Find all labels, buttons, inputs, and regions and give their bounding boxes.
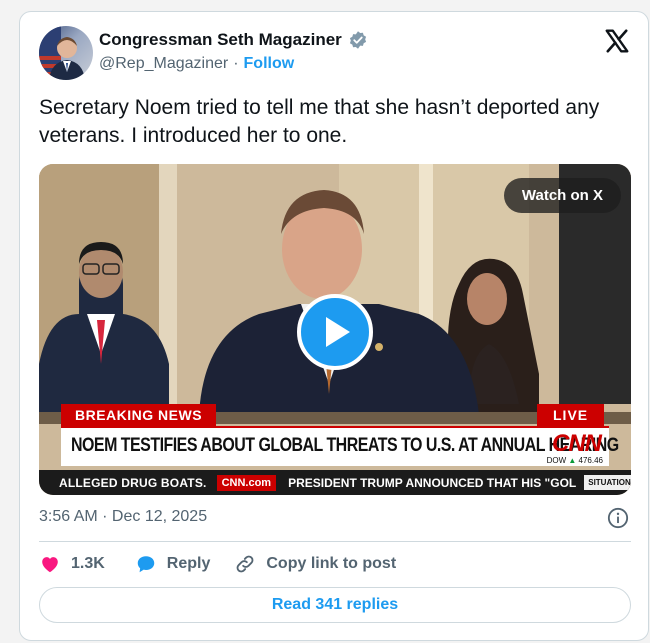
reply-bubble-icon bbox=[137, 556, 155, 573]
link-icon bbox=[236, 555, 254, 573]
breaking-news-banner: BREAKING NEWS bbox=[61, 404, 217, 426]
copy-link-label: Copy link to post bbox=[266, 555, 397, 572]
chyron-headline: NOEM TESTIFIES ABOUT GLOBAL THREATS TO U… bbox=[71, 435, 619, 456]
play-icon[interactable] bbox=[297, 294, 373, 370]
heart-icon bbox=[42, 557, 58, 573]
reply-button[interactable]: Reply bbox=[135, 553, 211, 575]
network-logo: CNN bbox=[552, 430, 602, 457]
reply-label: Reply bbox=[166, 555, 211, 572]
watch-on-x-button[interactable]: Watch on X bbox=[503, 178, 621, 213]
ticker-tag: SITUATION ROOM bbox=[584, 475, 631, 490]
like-count: 1.3K bbox=[71, 555, 105, 572]
post-text: Secretary Noem tried to tell me that she… bbox=[39, 96, 600, 147]
video-player[interactable]: Watch on X BREAKING NEWS LIVE NOEM TESTI… bbox=[39, 164, 631, 495]
news-ticker: ALLEGED DRUG BOATS. CNN.com PRESIDENT TR… bbox=[39, 470, 631, 495]
dow-label: DOW bbox=[546, 456, 567, 465]
divider bbox=[39, 541, 631, 542]
handle-row: @Rep_Magaziner · Follow bbox=[99, 55, 294, 73]
action-bar: 1.3K Reply Copy link to post bbox=[39, 553, 396, 575]
separator-dot: · bbox=[233, 55, 239, 72]
ticker-left-text: ALLEGED DRUG BOATS. bbox=[59, 475, 207, 490]
verified-badge-icon bbox=[349, 31, 366, 49]
copy-link-button[interactable]: Copy link to post bbox=[234, 553, 396, 575]
dow-up-arrow-icon: ▲ bbox=[568, 456, 577, 465]
author-name[interactable]: Congressman Seth Magaziner bbox=[99, 30, 342, 50]
author-handle[interactable]: @Rep_Magaziner bbox=[99, 55, 228, 73]
ticker-right-text: PRESIDENT TRUMP ANNOUNCED THAT HIS "GOL bbox=[288, 475, 577, 490]
x-logo-icon[interactable] bbox=[604, 28, 630, 54]
post-timestamp[interactable]: 3:56 AM · Dec 12, 2025 bbox=[39, 508, 207, 526]
live-badge: LIVE bbox=[537, 404, 605, 426]
dow-value: 476.46 bbox=[578, 456, 603, 465]
like-button[interactable]: 1.3K bbox=[39, 553, 105, 575]
dow-ticker: DOW ▲ 476.46 bbox=[547, 456, 603, 465]
author-name-row: Congressman Seth Magaziner bbox=[99, 30, 368, 50]
chyron-bar: NOEM TESTIFIES ABOUT GLOBAL THREATS TO U… bbox=[61, 426, 619, 466]
info-icon[interactable] bbox=[607, 507, 629, 529]
ticker-brand: CNN.com bbox=[216, 474, 277, 491]
play-triangle-icon bbox=[326, 317, 350, 347]
avatar[interactable] bbox=[39, 26, 93, 80]
read-replies-button[interactable]: Read 341 replies bbox=[39, 587, 631, 623]
embedded-post-card: Congressman Seth Magaziner @Rep_Magazine… bbox=[19, 11, 649, 641]
follow-button[interactable]: Follow bbox=[244, 55, 295, 73]
